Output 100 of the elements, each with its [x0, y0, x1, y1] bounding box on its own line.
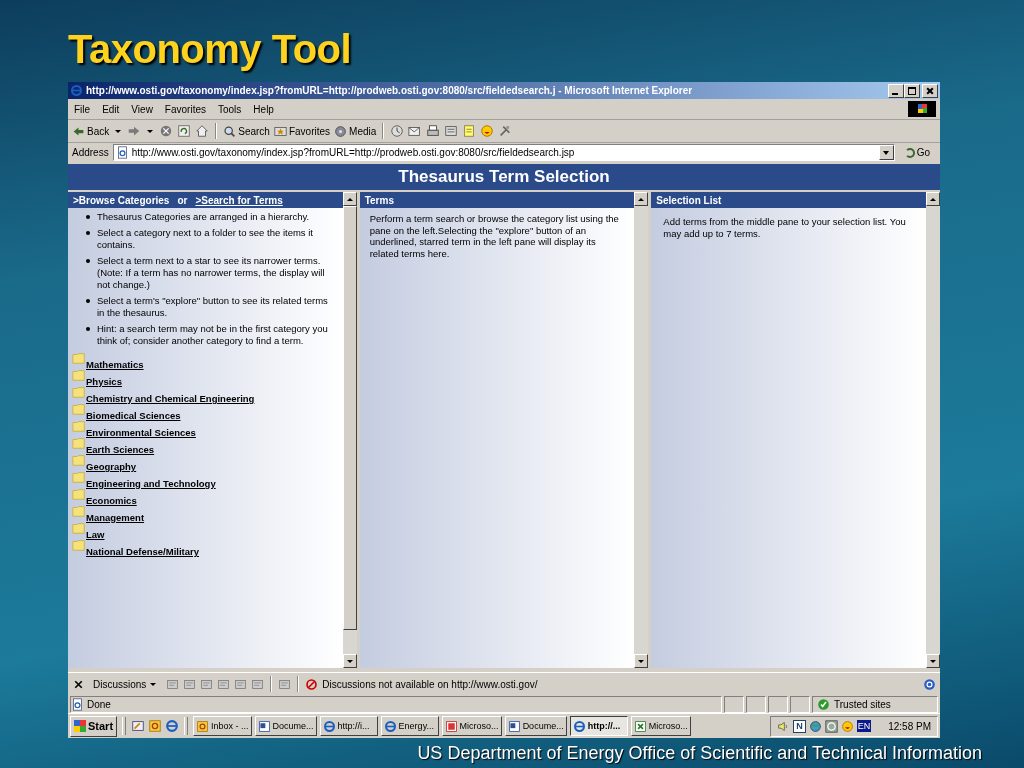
browser-icon[interactable]	[165, 719, 180, 733]
back-arrow-icon	[72, 124, 85, 138]
search-terms-link[interactable]: >Search for Terms	[195, 194, 283, 206]
back-button[interactable]: Back	[72, 124, 110, 138]
menu-item[interactable]: Tools	[212, 103, 248, 115]
discussion-message: Discussions not available on http://www.osti.gov/	[322, 678, 539, 690]
favorites-button[interactable]: Favorites	[273, 124, 331, 138]
discussion-icon[interactable]	[200, 677, 214, 691]
taskbar-button[interactable]: Microso...	[630, 716, 691, 736]
browser-icon	[322, 719, 336, 733]
category-link[interactable]: Mathematics	[86, 359, 144, 370]
bullet-icon	[86, 215, 90, 219]
search-icon	[223, 124, 237, 138]
scroll-down-button[interactable]	[634, 654, 649, 668]
status-panel	[746, 695, 766, 713]
menu-item[interactable]: File	[68, 103, 97, 115]
category-link[interactable]: Environmental Sciences	[86, 427, 196, 438]
taskbar-button[interactable]: http://i...	[319, 716, 378, 736]
category-link[interactable]: Earth Sciences	[86, 444, 155, 455]
start-button[interactable]: Start	[70, 715, 118, 737]
forbidden-icon	[305, 677, 319, 691]
windows-logo-icon	[908, 101, 936, 117]
desktop-icon[interactable]	[131, 719, 146, 733]
menu-item[interactable]: Favorites	[158, 103, 212, 115]
print-icon[interactable]	[426, 124, 441, 138]
taskbar-button[interactable]: http://...	[569, 716, 628, 736]
discussion-icon[interactable]	[251, 677, 265, 691]
smiley-icon[interactable]	[480, 124, 495, 138]
stop-icon[interactable]	[159, 124, 174, 138]
minimize-button[interactable]	[888, 83, 904, 98]
zone-text: Trusted sites	[834, 698, 891, 710]
scroll-up-button[interactable]	[634, 192, 649, 206]
taskbar-button[interactable]: Microso...	[441, 716, 502, 736]
scroll-down-button[interactable]	[926, 654, 940, 668]
status-panel	[724, 695, 744, 713]
category-link[interactable]: Geography	[86, 461, 137, 472]
search-button[interactable]: Search	[223, 124, 270, 138]
caret-icon[interactable]	[147, 129, 154, 133]
taskbar-button[interactable]: Inbox - ...	[193, 716, 252, 736]
taskbar-button[interactable]: Docume...	[254, 716, 317, 736]
category-link[interactable]: Biomedical Sciences	[86, 410, 181, 421]
category-link[interactable]: Law	[86, 529, 105, 540]
forward-arrow-icon[interactable]	[127, 124, 142, 138]
smiley-icon[interactable]	[840, 719, 854, 733]
media-button[interactable]: Media	[334, 124, 377, 138]
taskbar-button[interactable]: Energy...	[380, 716, 439, 736]
document-icon	[507, 719, 521, 733]
page-heading: Thesaurus Term Selection	[398, 167, 610, 187]
arrow-icon	[904, 147, 915, 158]
discussion-icon[interactable]	[278, 677, 292, 691]
clock-icon[interactable]	[824, 719, 838, 733]
tray-icon[interactable]: N	[793, 719, 806, 733]
discussion-icon[interactable]	[234, 677, 248, 691]
status-panel	[790, 695, 810, 713]
scrollbar[interactable]	[926, 192, 940, 668]
browser-icon	[572, 719, 586, 733]
pane-title: Terms	[364, 194, 394, 206]
go-button[interactable]: Go	[898, 147, 936, 158]
address-field[interactable]: http://www.osti.gov/taxonomy/index.jsp?fromURL=http://prodweb.osti.gov:8080/src/fieldedsearch.jsp	[112, 144, 895, 161]
spreadsheet-icon	[633, 719, 647, 733]
slide-title: Taxonomy Tool	[68, 26, 352, 72]
page-icon[interactable]	[444, 124, 459, 138]
category-link[interactable]: Physics	[86, 376, 122, 387]
note-icon[interactable]	[462, 124, 477, 138]
discussion-icon[interactable]	[183, 677, 197, 691]
category-link[interactable]: Management	[86, 512, 145, 523]
language-indicator[interactable]: EN	[856, 720, 872, 732]
address-label: Address	[72, 147, 109, 158]
clock-text: 12:58 PM	[888, 720, 931, 732]
separator-text: or	[177, 194, 188, 206]
discussion-icon[interactable]	[166, 677, 180, 691]
scroll-up-button[interactable]	[926, 192, 940, 206]
category-link[interactable]: Economics	[86, 495, 137, 506]
category-link[interactable]: Engineering and Technology	[86, 478, 216, 489]
category-link[interactable]: Chemistry and Chemical Engineering	[86, 393, 255, 404]
browse-categories-link[interactable]: >Browse Categories	[73, 194, 170, 206]
category-link[interactable]: National Defense/Military	[86, 546, 199, 557]
menu-item[interactable]: View	[125, 103, 159, 115]
menu-item[interactable]: Edit	[96, 103, 126, 115]
caret-icon[interactable]	[115, 129, 122, 133]
help-icon[interactable]	[923, 677, 936, 691]
globe-icon[interactable]	[808, 719, 822, 733]
home-icon[interactable]	[195, 124, 210, 138]
scrollbar[interactable]	[634, 192, 649, 668]
mail-icon[interactable]	[408, 124, 423, 138]
windows-logo-icon	[74, 720, 86, 732]
status-panel	[768, 695, 788, 713]
refresh-icon[interactable]	[177, 124, 192, 138]
tool-icon[interactable]	[498, 124, 513, 138]
bullet-icon	[86, 259, 90, 263]
menu-item[interactable]: Help	[247, 103, 280, 115]
discussion-icon[interactable]	[217, 677, 231, 691]
restore-button[interactable]	[904, 83, 920, 98]
history-icon[interactable]	[390, 124, 405, 138]
close-button[interactable]	[922, 83, 938, 98]
instruction-text: Hint: a search term may not be in the first category you think of; consider another category to find a term.	[97, 323, 329, 347]
discussions-button[interactable]: Discussions	[93, 678, 159, 690]
taskbar-button[interactable]: Docume...	[504, 716, 567, 736]
pane-text: Add terms from the middle pane to your selection list. You may add up to 7 terms.	[662, 215, 907, 239]
dropdown-button[interactable]	[878, 145, 894, 160]
